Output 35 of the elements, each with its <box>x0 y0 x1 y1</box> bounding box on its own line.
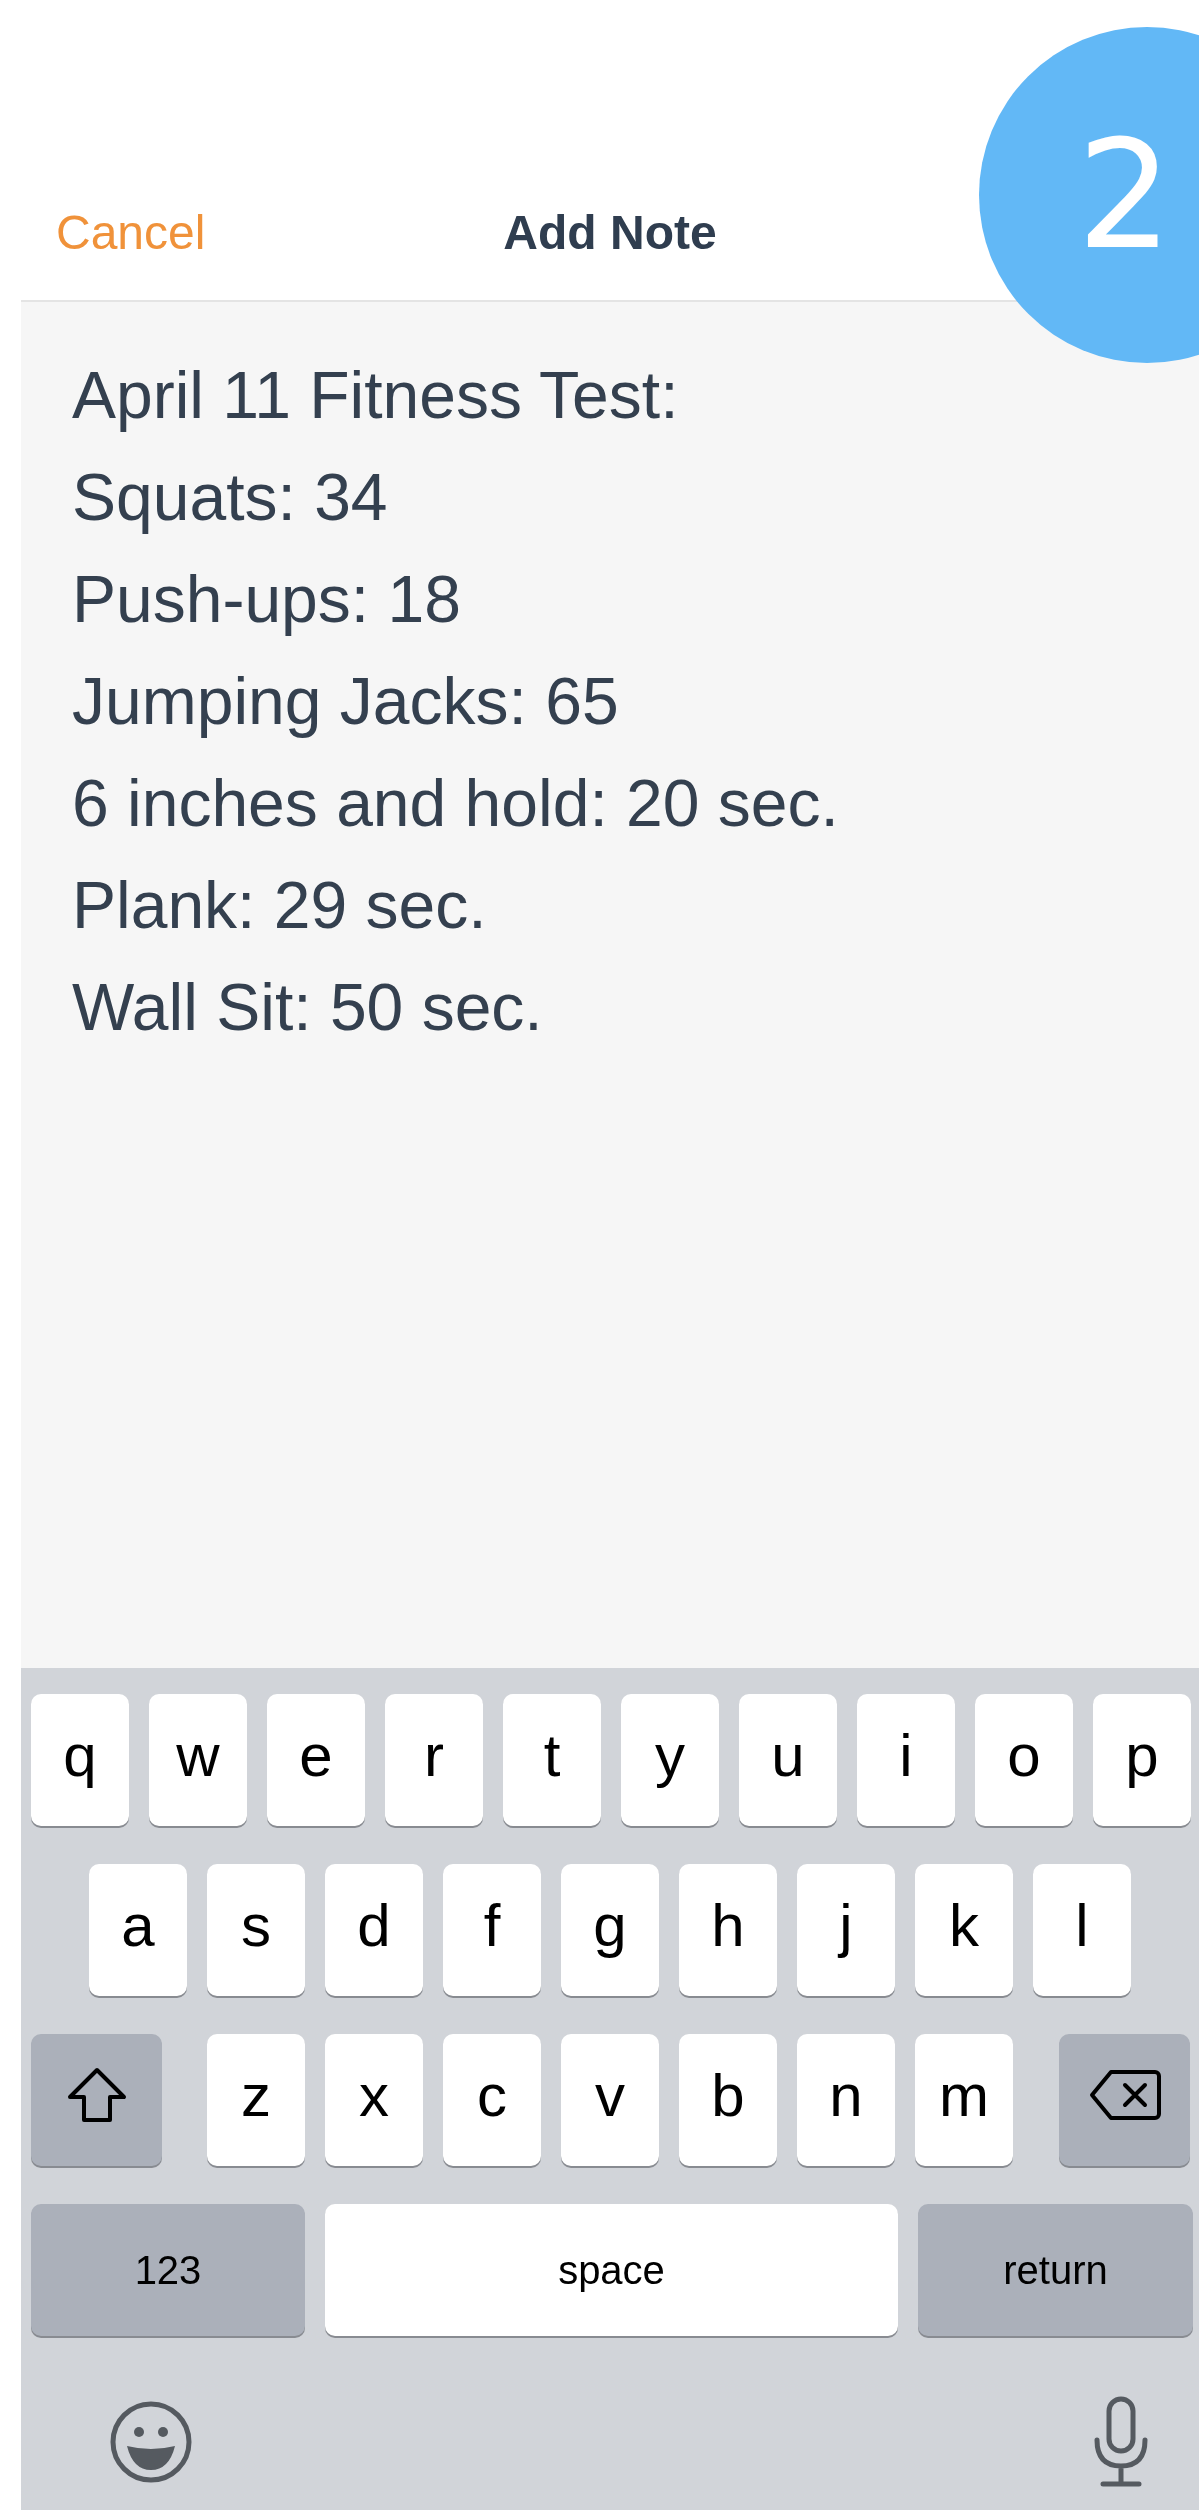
letter-key[interactable]: m <box>915 2034 1013 2166</box>
screen-title: Add Note <box>503 205 717 260</box>
letter-key[interactable]: u <box>739 1694 837 1826</box>
letter-key[interactable]: q <box>31 1694 129 1826</box>
letter-key[interactable]: r <box>385 1694 483 1826</box>
numbers-key[interactable]: 123 <box>31 2204 305 2336</box>
letter-key[interactable]: s <box>207 1864 305 1996</box>
letter-key[interactable]: g <box>561 1864 659 1996</box>
letter-key[interactable]: j <box>797 1864 895 1996</box>
letter-key[interactable]: c <box>443 2034 541 2166</box>
letter-key[interactable]: d <box>325 1864 423 1996</box>
delete-key[interactable] <box>1059 2034 1190 2166</box>
emoji-icon[interactable] <box>109 2400 193 2484</box>
delete-icon <box>1088 2069 1161 2121</box>
shift-key[interactable] <box>31 2034 162 2166</box>
letter-key[interactable]: v <box>561 2034 659 2166</box>
return-key[interactable]: return <box>918 2204 1193 2336</box>
letter-key[interactable]: o <box>975 1694 1073 1826</box>
space-key[interactable]: space <box>325 2204 898 2336</box>
letter-key[interactable]: e <box>267 1694 365 1826</box>
letter-key[interactable]: f <box>443 1864 541 1996</box>
letter-key[interactable]: h <box>679 1864 777 1996</box>
letter-key[interactable]: t <box>503 1694 601 1826</box>
letter-key[interactable]: a <box>89 1864 187 1996</box>
letter-key[interactable]: p <box>1093 1694 1191 1826</box>
letter-key[interactable]: k <box>915 1864 1013 1996</box>
letter-key[interactable]: l <box>1033 1864 1131 1996</box>
letter-key[interactable]: w <box>149 1694 247 1826</box>
letter-key[interactable]: b <box>679 2034 777 2166</box>
letter-key[interactable]: y <box>621 1694 719 1826</box>
letter-key[interactable]: i <box>857 1694 955 1826</box>
letter-key[interactable]: x <box>325 2034 423 2166</box>
letter-key[interactable]: z <box>207 2034 305 2166</box>
letter-key[interactable]: n <box>797 2034 895 2166</box>
shift-icon <box>65 2067 128 2123</box>
